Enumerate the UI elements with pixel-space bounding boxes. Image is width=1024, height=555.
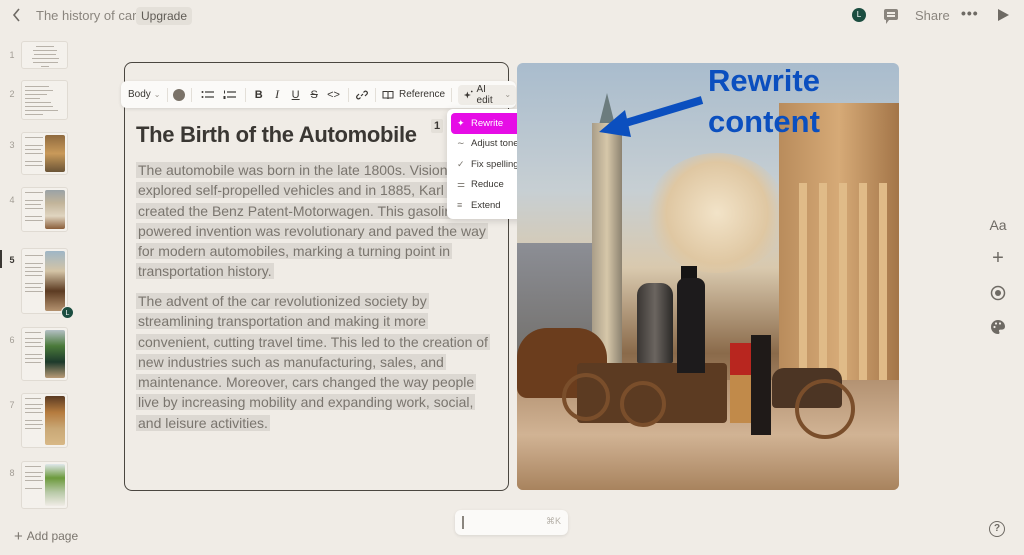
add-block-button[interactable]: + [988,247,1008,270]
strikethrough-icon: S [310,88,318,101]
bullet-list-icon [201,90,214,98]
reference-button[interactable]: Reference [382,85,445,105]
callout-text: Rewrite content [708,60,820,142]
divider [375,87,376,102]
shortcut-hint: ⌘K [545,516,561,526]
menu-item-label: Reduce [471,179,504,191]
footnote-marker[interactable]: 1 [431,119,444,133]
sparkle-icon: ✦ [457,117,465,128]
add-page-button[interactable]: + Add page [14,528,78,545]
collaborator-avatar: L [61,306,74,319]
plus-icon: + [14,528,23,545]
card-heading[interactable]: The Birth of the Automobile [136,122,417,148]
bold-button[interactable]: B [251,85,265,105]
callout-line-2: content [708,104,820,139]
check-icon: ✓ [457,158,465,169]
italic-icon: I [275,87,280,101]
callout-line-1: Rewrite [708,63,820,98]
text-style-label: Body [128,89,151,100]
back-button[interactable] [10,6,28,26]
divider [191,87,193,102]
strikethrough-button[interactable]: S [307,85,321,105]
divider [347,87,349,102]
paragraph-1[interactable]: The automobile was born in the late 1800… [136,160,496,282]
bold-icon: B [254,88,263,101]
formatting-toolbar: Body ⌄ B I U S <> Reference AI edit ⌄ [121,81,517,108]
chevron-left-icon [12,8,20,22]
code-icon: <> [327,88,340,101]
command-input[interactable]: ⌘K [455,510,568,535]
callout-arrow-icon [599,96,704,137]
wave-icon: ∼ [457,138,465,149]
ai-edit-label: AI edit [476,83,493,106]
text-caret [462,516,464,529]
color-swatch-icon [173,88,186,101]
menu-item-label: Adjust tone [471,138,519,150]
sparkle-icon [463,90,473,98]
reduce-icon: ⚌ [457,179,466,190]
chevron-down-icon: ⌄ [153,90,161,99]
divider [451,87,453,102]
page-number: 2 [9,89,15,99]
underline-button[interactable]: U [288,85,302,105]
underline-icon: U [291,88,300,101]
add-page-label: Add page [26,529,79,543]
numbered-list-icon [223,90,236,99]
link-icon [355,90,368,99]
record-button[interactable] [988,285,1008,306]
text-color-button[interactable] [173,85,186,105]
theme-button[interactable] [988,319,1008,340]
chevron-down-icon: ⌄ [504,90,512,99]
comment-icon[interactable] [884,9,898,24]
code-button[interactable]: <> [325,85,341,105]
play-icon[interactable] [998,9,1009,21]
help-button[interactable]: ? [989,521,1005,537]
active-page-indicator [0,250,2,268]
page-number: 6 [9,335,15,345]
user-avatar[interactable]: L [852,8,866,22]
page-number: 3 [9,140,15,150]
italic-button[interactable]: I [270,85,284,105]
text-style-button[interactable]: Aa [988,217,1008,233]
text-style-dropdown[interactable]: Body ⌄ [128,85,161,105]
ai-edit-button[interactable]: AI edit ⌄ [458,83,517,106]
record-icon [990,285,1006,301]
more-options-button[interactable]: ••• [961,5,979,21]
bullet-list-button[interactable] [198,85,216,105]
top-bar: The history of cars Upgrade L Share ••• [0,0,1024,32]
menu-item-label: Extend [471,199,501,211]
selected-text: The advent of the car revolutionized soc… [136,293,490,431]
numbered-list-button[interactable] [220,85,238,105]
selected-text: The automobile was born in the late 1800… [136,162,488,280]
page-number: 4 [9,195,15,205]
page-number: 7 [9,400,15,410]
extend-icon: ≡ [457,200,463,211]
page-number: 8 [9,468,15,478]
link-button[interactable] [355,85,369,105]
divider [244,87,246,102]
paragraph-2[interactable]: The advent of the car revolutionized soc… [136,291,496,433]
upgrade-button[interactable]: Upgrade [136,7,193,25]
book-icon [382,90,394,99]
divider [166,87,168,102]
page-number: 5 [9,255,15,265]
page-number: 1 [9,50,15,60]
document-title[interactable]: The history of cars [36,8,143,23]
reference-label: Reference [398,89,446,100]
share-button[interactable]: Share [915,8,950,23]
menu-item-label: Rewrite [471,117,504,129]
palette-icon [991,320,1005,334]
